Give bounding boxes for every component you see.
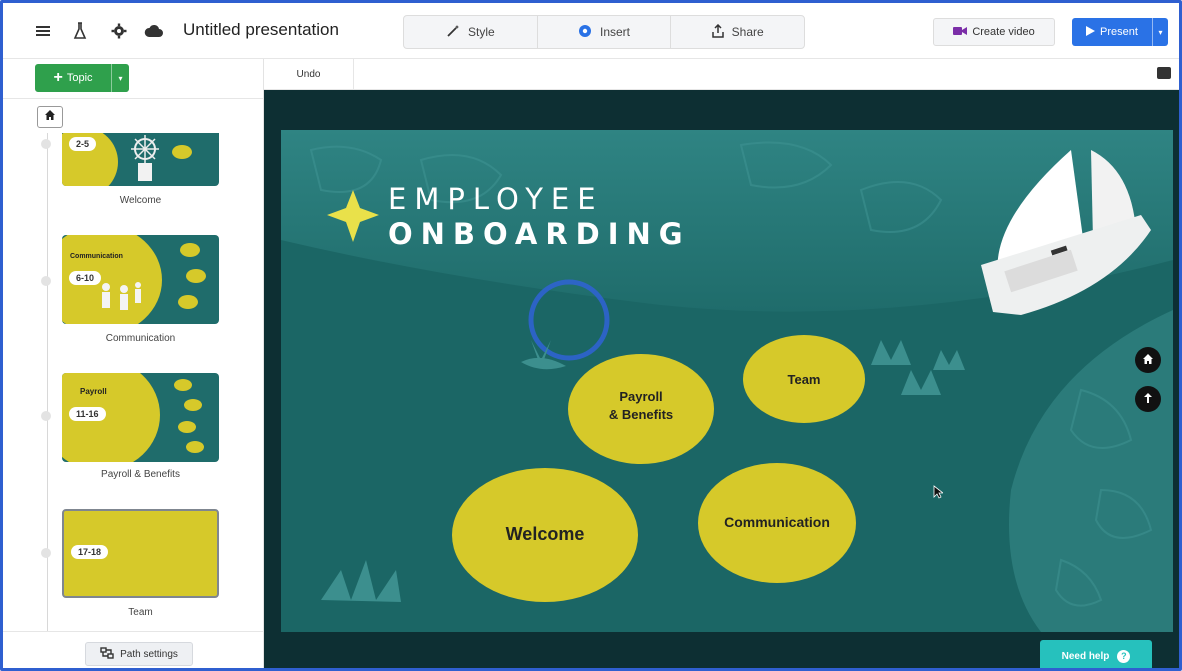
- thumb-shape: [172, 145, 192, 159]
- settings-gear-icon[interactable]: [109, 21, 129, 41]
- present-button[interactable]: Present ▾: [1072, 18, 1168, 46]
- thumb-shape: [178, 421, 196, 433]
- path-settings-icon: [100, 646, 114, 662]
- tab-insert-label: Insert: [600, 25, 631, 39]
- need-help-button[interactable]: Need help ?: [1040, 640, 1152, 668]
- thumb-shape: [180, 243, 200, 257]
- home-icon: [1142, 353, 1154, 368]
- topic-thumbnail-team[interactable]: 17-18: [62, 509, 219, 598]
- add-topic-label: Topic: [66, 72, 93, 84]
- topic-communication[interactable]: Communication: [702, 514, 852, 530]
- path-dot: [41, 276, 51, 286]
- insert-icon: [578, 24, 592, 41]
- comment-icon[interactable]: [1157, 67, 1171, 79]
- home-nav-button[interactable]: [1135, 347, 1161, 373]
- topic-range-badge: 6-10: [69, 271, 102, 285]
- slide-title-line2: ONBOARDING: [388, 217, 691, 251]
- present-options-chevron-icon[interactable]: ▾: [1152, 18, 1168, 46]
- back-nav-button[interactable]: [1135, 386, 1161, 412]
- tab-style[interactable]: Style: [404, 16, 538, 48]
- thumb-shape: [184, 399, 202, 411]
- topics-sidebar: + Topic ▾ 2-5 Welcome Communication 6-10…: [3, 59, 264, 668]
- path-dot: [41, 411, 51, 421]
- hamburger-menu-icon[interactable]: [33, 21, 53, 41]
- slide-canvas[interactable]: EMPLOYEE ONBOARDING Payroll & Benefits T…: [281, 130, 1173, 632]
- path-line: [47, 133, 48, 633]
- undo-button[interactable]: Undo: [264, 59, 354, 89]
- topic-range-badge: 17-18: [71, 545, 109, 559]
- app-window: Untitled presentation Style Insert Share: [0, 0, 1182, 671]
- presentation-title[interactable]: Untitled presentation: [183, 20, 339, 40]
- topic-label-communication: Communication: [105, 333, 176, 344]
- plus-icon: +: [53, 69, 63, 86]
- topic-label-team: Team: [128, 607, 153, 618]
- need-help-label: Need help: [1061, 650, 1110, 662]
- main-tabs: Style Insert Share: [403, 15, 805, 49]
- thumb-shape: [62, 133, 118, 186]
- edit-toolbar: Undo: [264, 59, 1179, 90]
- thumb-title: Payroll: [80, 387, 107, 396]
- create-video-label: Create video: [972, 26, 1035, 38]
- topic-payroll-line1: Payroll: [619, 389, 663, 404]
- video-camera-icon: [953, 26, 968, 39]
- thumb-shape: [186, 441, 204, 453]
- path-settings-label: Path settings: [120, 648, 178, 660]
- topic-team[interactable]: Team: [754, 372, 854, 387]
- topic-payroll-line2: & Benefits: [608, 407, 674, 422]
- cloud-sync-icon[interactable]: [144, 21, 164, 41]
- team-people-icon: [96, 279, 146, 324]
- arrow-up-icon: [1143, 392, 1153, 407]
- topic-thumbnail-communication[interactable]: Communication 6-10: [62, 235, 219, 324]
- question-icon: ?: [1117, 649, 1131, 663]
- ship-wheel-icon: [128, 135, 162, 186]
- path-dot: [41, 548, 51, 558]
- play-icon: [1086, 25, 1096, 39]
- tab-style-label: Style: [467, 25, 495, 39]
- magic-wand-icon: [446, 24, 460, 41]
- sidebar-divider: [3, 98, 263, 99]
- topic-welcome[interactable]: Welcome: [475, 524, 615, 545]
- thumb-shape: [174, 379, 192, 391]
- path-settings-button[interactable]: Path settings: [85, 642, 193, 666]
- create-video-button[interactable]: Create video: [933, 18, 1055, 46]
- topic-label-payroll: Payroll & Benefits: [101, 469, 180, 480]
- share-upload-icon: [711, 23, 724, 41]
- thumb-title: Communication: [70, 253, 123, 260]
- path-dot: [41, 139, 51, 149]
- topic-thumbnail-payroll[interactable]: Payroll 11-16: [62, 373, 219, 462]
- slide-title-line1: EMPLOYEE: [388, 182, 604, 216]
- sidebar-footer: Path settings: [3, 631, 263, 668]
- tab-insert[interactable]: Insert: [538, 16, 672, 48]
- tab-share[interactable]: Share: [671, 16, 804, 48]
- present-label: Present: [1100, 26, 1138, 38]
- mouse-cursor-icon: [933, 485, 945, 504]
- thumb-shape: [178, 295, 198, 309]
- tab-share-label: Share: [731, 25, 764, 39]
- flask-icon[interactable]: [70, 21, 90, 41]
- thumb-shape: [186, 269, 206, 283]
- topic-range-badge: 11-16: [69, 407, 106, 421]
- canvas-stage: EMPLOYEE ONBOARDING Payroll & Benefits T…: [264, 90, 1179, 668]
- topic-range-badge: 2-5: [69, 137, 97, 151]
- topic-options-chevron-icon[interactable]: ▾: [111, 64, 129, 92]
- topic-payroll[interactable]: Payroll & Benefits: [581, 388, 701, 424]
- home-icon: [44, 108, 56, 126]
- topic-thumbnail-welcome[interactable]: 2-5: [62, 133, 219, 186]
- add-topic-button[interactable]: + Topic ▾: [35, 64, 129, 92]
- top-toolbar: Untitled presentation Style Insert Share: [3, 3, 1179, 59]
- overview-home-button[interactable]: [37, 106, 63, 128]
- topic-label-welcome: Welcome: [119, 195, 162, 206]
